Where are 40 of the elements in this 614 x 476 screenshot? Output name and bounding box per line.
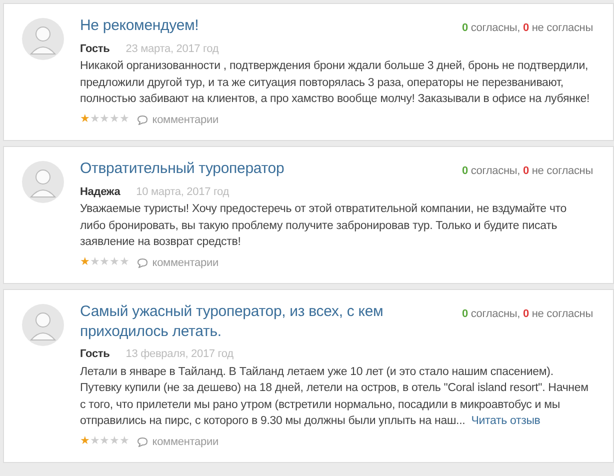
vote-counts: 0 согласны, 0 не согласны xyxy=(462,164,593,179)
avatar-icon xyxy=(22,304,64,346)
star-icon: ★ xyxy=(90,257,100,268)
review-text: Уважаемые туристы! Хочу предостеречь от этой отвратительной компании, не вздумайте что либо бронировать, вы такую проблему получите забронировав тур. Только и будите писать заявление на возврат средств! xyxy=(80,202,568,250)
vote-counts: 0 согласны, 0 не согласны xyxy=(462,307,593,322)
star-icon: ★ xyxy=(119,114,130,126)
comments-link[interactable]: комментарии xyxy=(137,112,218,128)
avatar-icon xyxy=(22,18,64,60)
star-icon: ★ xyxy=(119,257,130,268)
comments-link[interactable]: комментарии xyxy=(137,434,218,450)
author-name: Гость xyxy=(80,347,110,362)
star-icon: ★ xyxy=(100,257,110,268)
review-date: 10 марта, 2017 год xyxy=(136,184,230,200)
review-title[interactable]: Не рекомендуем! xyxy=(80,16,199,36)
star-icon: ★ xyxy=(119,436,130,448)
review-title[interactable]: Отвратительный туроператор xyxy=(80,159,284,180)
speech-bubble-icon xyxy=(137,436,148,447)
star-icon: ★ xyxy=(80,114,90,126)
star-icon: ★ xyxy=(100,114,110,126)
avatar-icon xyxy=(22,161,64,203)
vote-counts: 0 согласны, 0 не согласны xyxy=(462,21,593,36)
star-icon: ★ xyxy=(110,257,120,268)
star-icon: ★ xyxy=(110,436,120,448)
star-icon: ★ xyxy=(90,114,100,126)
author-name: Надежа xyxy=(80,184,120,200)
review-date: 13 февраля, 2017 год xyxy=(126,347,234,362)
star-icon: ★ xyxy=(80,436,90,448)
star-icon: ★ xyxy=(90,436,100,448)
review-text: Летали в январе в Тайланд. В Тайланд летаем уже 10 лет (и это стало нашим спасением). Путевку купили (не за дешево) на 18 дней, летели на остров, в отель "Coral island resort". Начнем с того, что прилетели мы рано утром (встретили нормально, посадили в микроавтобус и мы отправились на пирс, с которого в 9.30 мы должны были уплыть на наш... Читать отзыв xyxy=(80,364,590,429)
star-icon: ★ xyxy=(100,436,110,448)
speech-bubble-icon xyxy=(137,258,148,268)
speech-bubble-icon xyxy=(137,114,148,125)
author-name: Гость xyxy=(80,42,110,56)
review-title[interactable]: Самый ужасный туроператор, из всех, с кем приходилось летать. xyxy=(80,302,420,342)
review-text: Никакой организованности , подтверждения брони ждали больше 3 дней, бронь не подтвердили, предложили другой тур, и та же ситуация повторялась 3 раза, операторы не перезванивают, полностью забивают на клиентов, а про хамство вообще молчу! Заказывали в офисе на лубянке! xyxy=(80,59,591,107)
read-more-link[interactable]: Читать отзыв xyxy=(471,415,540,427)
star-icon: ★ xyxy=(80,257,90,268)
review-date: 23 марта, 2017 год xyxy=(126,42,219,56)
star-icon: ★ xyxy=(110,114,120,126)
comments-link[interactable]: комментарии xyxy=(137,254,218,271)
